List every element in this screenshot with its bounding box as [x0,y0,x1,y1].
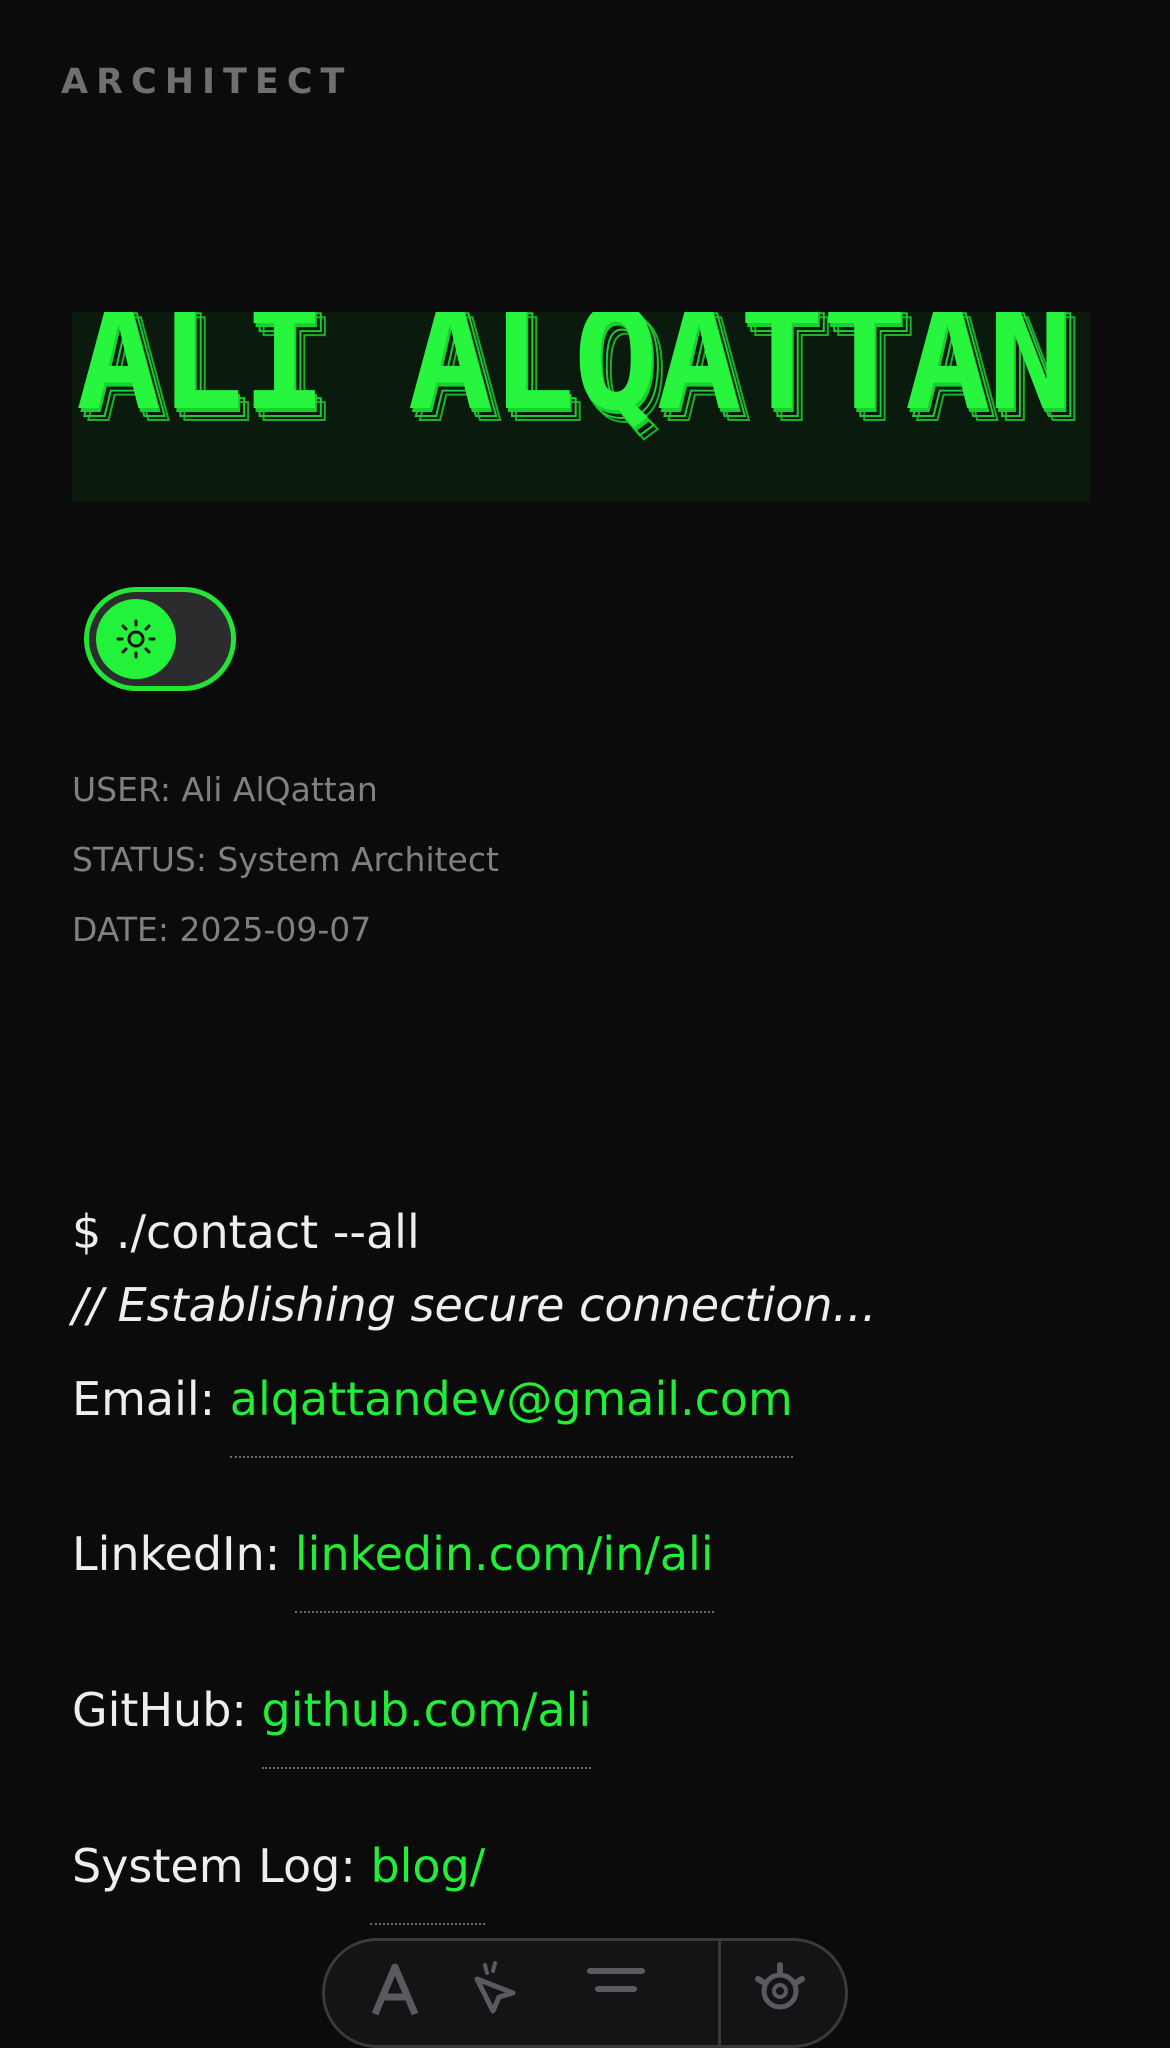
contact-row-github: GitHub: github.com/ali [72,1683,592,1769]
hero-name: ALI ALQATTAN [76,312,1071,442]
contact-label-github: GitHub: [72,1683,247,1737]
sun-icon [116,619,156,659]
github-link[interactable]: github.com/ali [261,1683,592,1769]
contact-label-linkedin: LinkedIn: [72,1527,281,1581]
contact-label-email: Email: [72,1372,216,1426]
meta-status: STATUS: System Architect [72,840,499,879]
meta-date: DATE: 2025-09-07 [72,910,372,949]
dock-divider [718,1941,721,2045]
contact-row-email: Email: alqattandev@gmail.com [72,1372,793,1458]
settings-gear-icon[interactable] [745,1959,815,2029]
hero-name-graphic: ALI ALQATTAN ALI ALQATTAN ALI ALQATTAN A… [76,312,1084,455]
brand-title: ARCHITECT [61,62,353,102]
align-icon[interactable] [581,1959,651,2029]
blog-link[interactable]: blog/ [370,1839,486,1925]
contact-command: $ ./contact --all [72,1205,420,1259]
meta-user: USER: Ali AlQattan [72,770,378,809]
contact-row-system-log: System Log: blog/ [72,1839,486,1925]
font-icon[interactable] [360,1959,430,2029]
linkedin-link[interactable]: linkedin.com/in/ali [294,1527,714,1613]
theme-toggle[interactable] [84,587,236,691]
contact-row-linkedin: LinkedIn: linkedin.com/in/ali [72,1527,714,1613]
contact-comment: // Establishing secure connection... [72,1278,877,1332]
toggle-knob [96,599,176,679]
contact-label-system-log: System Log: [72,1839,356,1893]
pointer-icon[interactable] [460,1959,530,2029]
hero-banner: ALI ALQATTAN ALI ALQATTAN ALI ALQATTAN A… [72,312,1090,502]
bottom-dock [322,1938,848,2048]
email-link[interactable]: alqattandev@gmail.com [229,1372,793,1458]
